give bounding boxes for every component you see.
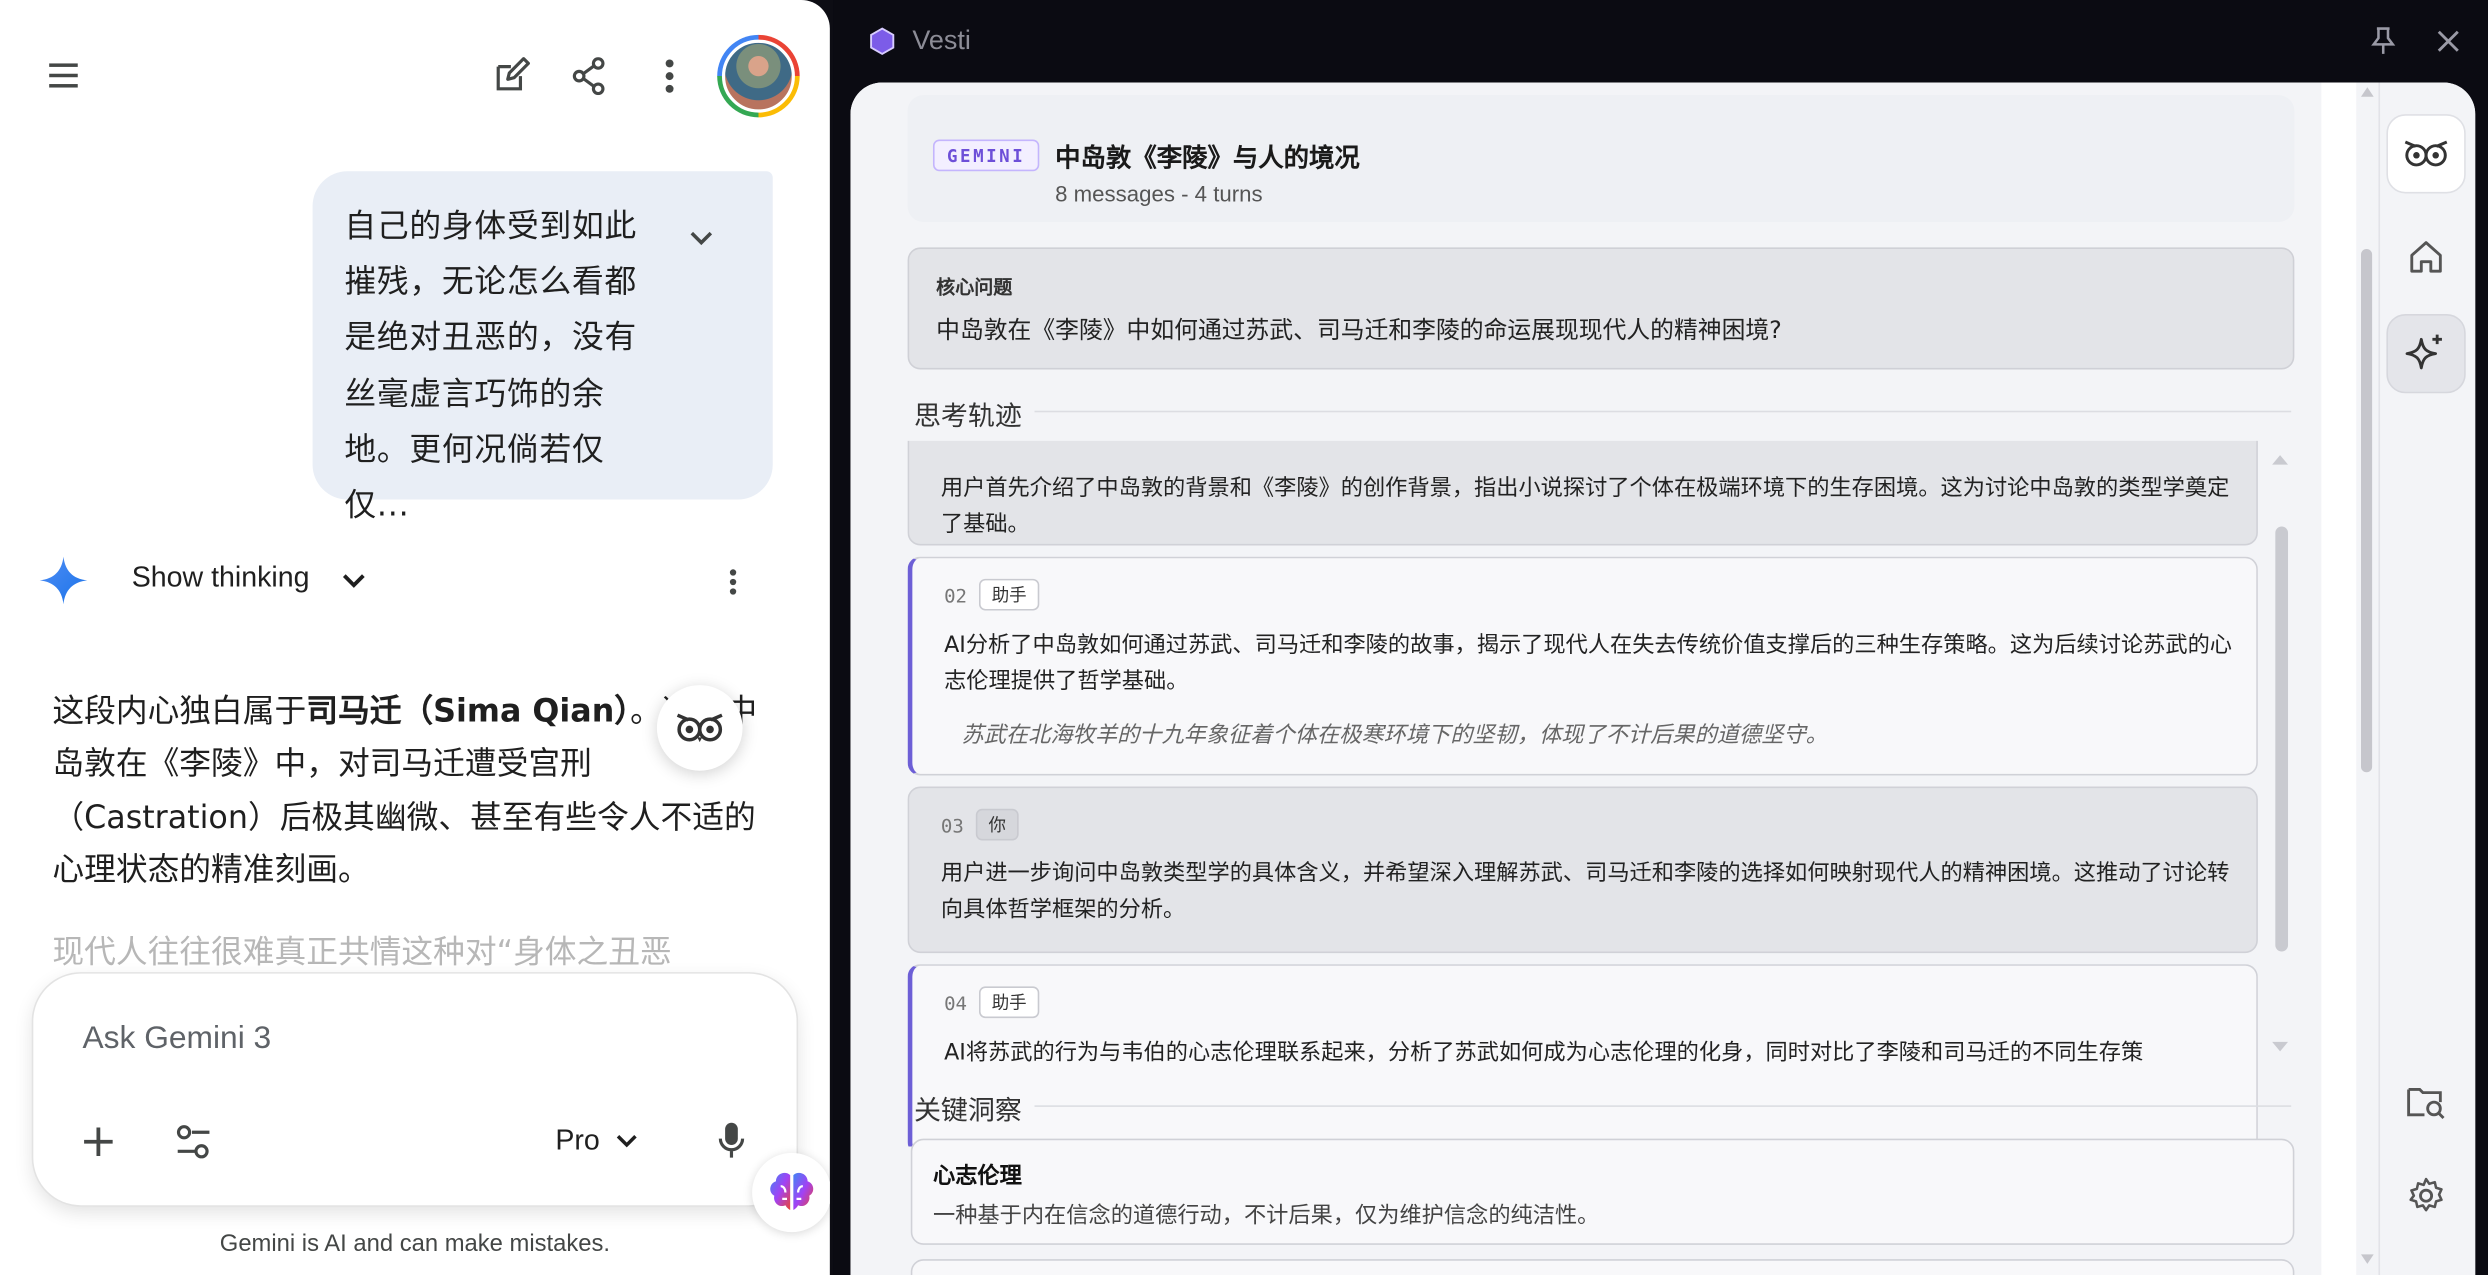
scroll-down-icon[interactable]	[2271, 1040, 2290, 1053]
tools-icon[interactable]	[171, 1120, 215, 1164]
prompt-box	[33, 973, 797, 1206]
prompt-input[interactable]: Ask Gemini 3	[83, 1021, 272, 1057]
add-icon[interactable]	[76, 1120, 120, 1164]
side-rail	[2378, 82, 2476, 1275]
sparkle-insights-icon[interactable]	[2386, 313, 2466, 394]
trace-step: 02 助手 AI分析了中岛敦如何通过苏武、司马迁和李陵的故事，揭示了现代人在失去…	[907, 556, 2258, 776]
core-question-label: 核心问题	[936, 275, 1013, 299]
trace-step-quote: 苏武在北海牧羊的十九年象征着个体在极寒环境下的坚韧，体现了不计后果的道德坚守。	[961, 723, 1828, 749]
owl-icon[interactable]	[2386, 114, 2466, 194]
new-chat-icon[interactable]	[486, 51, 537, 102]
vesti-body: GEMINI 中岛敦《李陵》与人的境况 8 messages - 4 turns…	[850, 82, 2476, 1275]
vesti-window: Vesti GEMINI 中岛敦《李陵》与人的境况 8 messages - 4…	[833, 0, 2488, 1275]
gemini-spark-icon	[38, 555, 89, 606]
divider	[1034, 410, 2292, 413]
gemini-panel: 自己的身体受到如此摧残，无论怎么看都是绝对丑恶的，没有丝毫虚言巧饰的余地。更何况…	[0, 0, 830, 1275]
close-icon[interactable]	[2432, 25, 2464, 57]
share-icon[interactable]	[563, 51, 614, 102]
trace-step-role: 你	[975, 808, 1019, 841]
trace-heading: 思考轨迹	[913, 401, 1022, 433]
response-text: 这段内心独白属于司马迁（Sima Qian）。这是中岛敦在《李陵》中，对司马迁遭…	[52, 685, 758, 897]
vesti-logo-icon	[868, 27, 897, 56]
insight-card	[910, 1259, 2295, 1275]
expand-message-icon[interactable]	[682, 219, 720, 257]
platform-badge: GEMINI	[932, 139, 1040, 172]
response-text-part: 这段内心独白属于	[52, 691, 307, 730]
folder-search-icon[interactable]	[2386, 1062, 2465, 1141]
trace-scrollbar[interactable]	[2275, 526, 2289, 952]
conversation-detail: GEMINI 中岛敦《李陵》与人的境况 8 messages - 4 turns…	[850, 82, 2322, 1275]
trace-step: 03 你 用户进一步询问中岛敦类型学的具体含义，并希望深入理解苏武、司马迁和李陵…	[907, 786, 2258, 954]
vesti-titlebar: Vesti	[833, 0, 2488, 82]
trace-step-role: 助手	[978, 578, 1040, 611]
divider	[1034, 1105, 2292, 1107]
trace-step-number: 02	[944, 585, 968, 608]
core-question-card	[907, 247, 2295, 370]
thinking-trace-list[interactable]: 用户首先介绍了中岛敦的背景和《李陵》的创作背景，指出小说探讨了个体在极端环境下的…	[907, 440, 2298, 1147]
vesti-owl-float-icon[interactable]	[656, 685, 743, 771]
trace-step-text: AI将苏武的行为与韦伯的心志伦理联系起来，分析了苏武如何成为心志伦理的化身，同时…	[944, 1040, 2144, 1066]
menu-icon[interactable]	[41, 52, 89, 100]
home-icon[interactable]	[2386, 217, 2465, 296]
window-title: Vesti	[912, 25, 971, 56]
more-options-icon[interactable]	[644, 51, 695, 102]
pin-icon[interactable]	[2369, 27, 2398, 56]
conversation-meta: 8 messages - 4 turns	[1055, 180, 1263, 207]
insights-heading: 关键洞察	[913, 1095, 1022, 1128]
scroll-up-icon[interactable]	[2359, 86, 2375, 99]
account-avatar[interactable]	[717, 34, 800, 118]
disclaimer: Gemini is AI and can make mistakes.	[219, 1230, 611, 1258]
trace-step-number: 04	[944, 992, 968, 1015]
trace-step-text: AI分析了中岛敦如何通过苏武、司马迁和李陵的故事，揭示了现代人在失去传统价值支撑…	[944, 632, 2233, 695]
response-more-icon[interactable]	[714, 563, 752, 601]
scroll-up-icon[interactable]	[2271, 454, 2290, 467]
gear-icon[interactable]	[2386, 1156, 2465, 1235]
chevron-down-icon[interactable]	[333, 561, 374, 599]
model-selector[interactable]: Pro	[555, 1120, 638, 1161]
trace-step-role: 助手	[978, 986, 1040, 1019]
trace-step-text: 用户进一步询问中岛敦类型学的具体含义，并希望深入理解苏武、司马迁和李陵的选择如何…	[940, 861, 2230, 923]
conversation-title: 中岛敦《李陵》与人的境况	[1055, 142, 1360, 173]
show-thinking-toggle[interactable]: Show thinking	[132, 561, 310, 594]
model-label: Pro	[555, 1123, 600, 1156]
trace-step-text: 用户首先介绍了中岛敦的背景和《李陵》的创作背景，指出小说探讨了个体在极端环境下的…	[940, 475, 2230, 538]
trace-step: 04 助手 AI将苏武的行为与韦伯的心志伦理联系起来，分析了苏武如何成为心志伦理…	[907, 964, 2258, 1147]
microphone-icon[interactable]	[711, 1118, 752, 1162]
user-message-text: 自己的身体受到如此摧残，无论怎么看都是绝对丑恶的，没有丝毫虚言巧饰的余地。更何况…	[344, 206, 638, 524]
response-fade-text: 现代人往往很难真正共情这种对“身体之丑恶	[52, 932, 672, 971]
response-bold-name: 司马迁（Sima Qian）	[306, 691, 631, 730]
chevron-down-icon	[616, 1134, 637, 1147]
trace-step-number: 03	[940, 815, 964, 838]
core-question-text: 中岛敦在《李陵》中如何通过苏武、司马迁和李陵的命运展现现代人的精神困境?	[936, 315, 1782, 345]
insight-title: 心志伦理	[932, 1163, 1022, 1190]
brain-extension-icon[interactable]	[752, 1152, 830, 1233]
scroll-down-icon[interactable]	[2359, 1253, 2375, 1266]
trace-step: 用户首先介绍了中岛敦的背景和《李陵》的创作背景，指出小说探讨了个体在极端环境下的…	[907, 440, 2258, 546]
insight-text: 一种基于内在信念的道德行动，不计后果，仅为维护信念的纯洁性。	[932, 1203, 1600, 1229]
main-scrollbar[interactable]	[2361, 248, 2373, 773]
